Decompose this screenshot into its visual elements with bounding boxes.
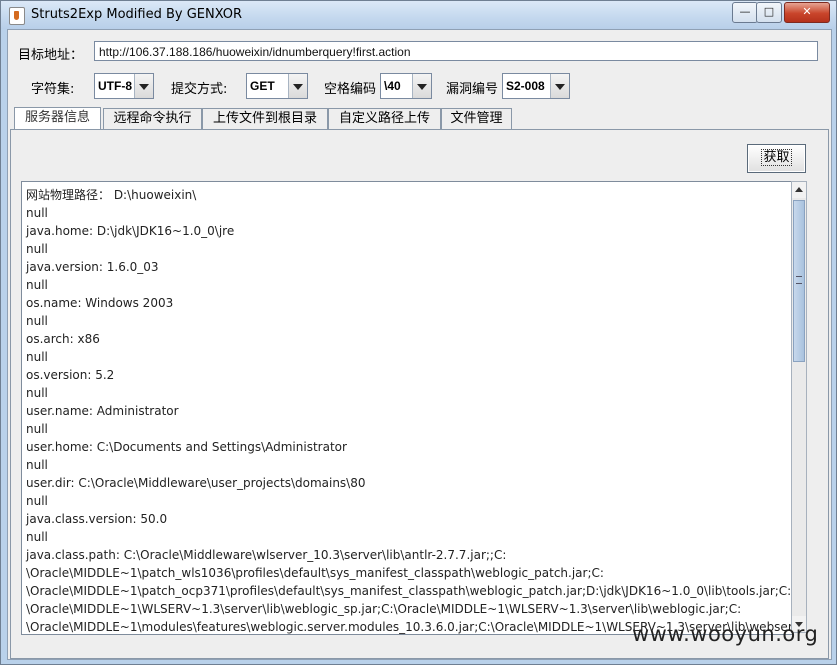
output-textarea[interactable]: 网站物理路径： D:\huoweixin\ null java.home: D:\j… [21, 181, 793, 635]
output-line: os.arch: x86 [26, 332, 100, 346]
tab-file-manager[interactable]: 文件管理 [441, 108, 512, 129]
output-line: null [26, 530, 48, 544]
output-line: user.name: Administrator [26, 404, 179, 418]
output-line: 网站物理路径： D:\huoweixin\ [26, 188, 197, 202]
output-line: null [26, 386, 48, 400]
output-line: os.version: 5.2 [26, 368, 115, 382]
charset-label: 字符集: [31, 82, 75, 97]
output-line: java.version: 1.6.0_03 [26, 260, 159, 274]
vuln-id-value: S2-008 [506, 79, 545, 93]
vuln-id-label: 漏洞编号 [446, 82, 499, 97]
scrollbar-thumb[interactable] [793, 200, 805, 362]
java-app-icon [9, 7, 25, 25]
grip-icon [796, 276, 802, 284]
charset-select[interactable]: UTF-8 [94, 73, 154, 99]
app-window: Struts2Exp Modified By GENXOR — □ ✕ 目标地址… [0, 0, 837, 665]
output-line: null [26, 278, 48, 292]
output-line: \Oracle\MIDDLE~1\patch_ocp371\profiles\d… [26, 584, 792, 598]
method-label: 提交方式: [171, 82, 228, 97]
output-line: null [26, 458, 48, 472]
vuln-id-select[interactable]: S2-008 [502, 73, 570, 99]
tab-upload-root[interactable]: 上传文件到根目录 [202, 108, 328, 129]
fetch-button-label: 获取 [761, 149, 792, 166]
output-lines: 网站物理路径： D:\huoweixin\ null java.home: D:\j… [26, 186, 792, 634]
space-encoding-value: \40 [384, 79, 401, 93]
output-line: user.home: C:\Documents and Settings\Adm… [26, 440, 347, 454]
chevron-down-icon[interactable] [550, 74, 569, 98]
output-line: null [26, 422, 48, 436]
close-button[interactable]: ✕ [784, 2, 830, 23]
minimize-button[interactable]: — [732, 2, 758, 23]
output-line: user.dir: C:\Oracle\Middleware\user_proj… [26, 476, 366, 490]
output-line: java.class.path: C:\Oracle\Middleware\wl… [26, 548, 507, 562]
tab-custom-upload[interactable]: 自定义路径上传 [328, 108, 441, 129]
window-title: Struts2Exp Modified By GENXOR [31, 7, 243, 22]
fetch-button[interactable]: 获取 [747, 144, 806, 173]
space-encoding-label: 空格编码 [324, 82, 377, 97]
output-line: null [26, 350, 48, 364]
maximize-button[interactable]: □ [756, 2, 782, 23]
output-line: java.home: D:\jdk\JDK16~1.0_0\jre [26, 224, 235, 238]
output-line: null [26, 242, 48, 256]
method-value: GET [250, 79, 275, 93]
output-line: null [26, 314, 48, 328]
output-line: null [26, 494, 48, 508]
output-line: \Oracle\MIDDLE~1\patch_wls1036\profiles\… [26, 566, 604, 580]
chevron-down-icon[interactable] [412, 74, 431, 98]
output-line: \Oracle\MIDDLE~1\WLSERV~1.3\server\lib\w… [26, 602, 742, 616]
method-select[interactable]: GET [246, 73, 308, 99]
client-area: 目标地址： http://106.37.188.186/huoweixin/id… [7, 29, 832, 660]
tab-server-info[interactable]: 服务器信息 [14, 107, 101, 130]
watermark-text: www.wooyun.org [632, 622, 819, 646]
charset-value: UTF-8 [98, 79, 132, 93]
output-line: os.name: Windows 2003 [26, 296, 174, 310]
scroll-up-icon[interactable] [792, 182, 806, 198]
target-url-input[interactable]: http://106.37.188.186/huoweixin/idnumber… [94, 41, 818, 61]
output-line: null [26, 206, 48, 220]
target-url-label: 目标地址： [18, 48, 84, 63]
output-line: java.class.version: 50.0 [26, 512, 168, 526]
space-encoding-select[interactable]: \40 [380, 73, 432, 99]
chevron-down-icon[interactable] [134, 74, 153, 98]
vertical-scrollbar[interactable] [791, 181, 807, 633]
title-bar[interactable]: Struts2Exp Modified By GENXOR — □ ✕ [1, 1, 836, 29]
chevron-down-icon[interactable] [288, 74, 307, 98]
tab-remote-command[interactable]: 远程命令执行 [103, 108, 202, 129]
